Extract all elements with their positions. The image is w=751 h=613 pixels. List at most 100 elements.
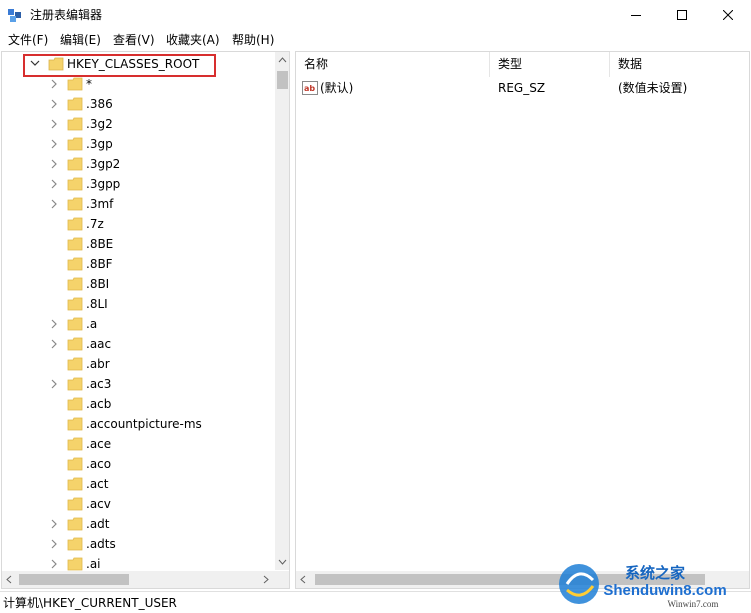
tree-item-label: .ace	[86, 437, 112, 451]
folder-icon	[67, 217, 83, 231]
tree-item[interactable]: .act	[2, 474, 274, 494]
chevron-right-icon[interactable]	[48, 314, 60, 334]
folder-icon	[67, 357, 83, 371]
tree-item-label: .aco	[86, 457, 112, 471]
column-header-name[interactable]: 名称	[296, 52, 490, 77]
scroll-thumb[interactable]	[19, 574, 129, 585]
folder-icon	[67, 537, 83, 551]
tree-item-label: .ac3	[86, 377, 112, 391]
menu-help[interactable]: 帮助(H)	[229, 32, 277, 48]
tree-item[interactable]: .adt	[2, 514, 274, 534]
tree-item-label: .a	[86, 317, 98, 331]
tree-item[interactable]: .3gp	[2, 134, 274, 154]
tree-item-label: .abr	[86, 357, 110, 371]
menu-view[interactable]: 查看(V)	[110, 32, 158, 48]
close-button[interactable]	[705, 0, 751, 30]
tree-item[interactable]: .ac3	[2, 374, 274, 394]
tree-item[interactable]: .acv	[2, 494, 274, 514]
folder-icon	[67, 297, 83, 311]
menu-file[interactable]: 文件(F)	[5, 32, 51, 48]
menu-bar: 文件(F) 编辑(E) 查看(V) 收藏夹(A) 帮助(H)	[0, 30, 751, 50]
folder-icon	[67, 177, 83, 191]
tree-item[interactable]: .386	[2, 94, 274, 114]
tree-item[interactable]: .acb	[2, 394, 274, 414]
folder-icon	[67, 317, 83, 331]
folder-icon	[67, 557, 83, 571]
tree-item[interactable]: .8BF	[2, 254, 274, 274]
value-list[interactable]: 名称 类型 数据 ab (默认) REG_SZ (数值未设置)	[295, 51, 750, 589]
chevron-right-icon[interactable]	[48, 194, 60, 214]
tree-item[interactable]: .adts	[2, 534, 274, 554]
maximize-icon	[677, 10, 687, 20]
menu-edit[interactable]: 编辑(E)	[57, 32, 104, 48]
column-header-type[interactable]: 类型	[490, 52, 610, 77]
tree-item[interactable]: *	[2, 74, 274, 94]
svg-text:ab: ab	[304, 84, 315, 93]
scroll-right-icon[interactable]	[258, 571, 273, 588]
folder-icon	[67, 117, 83, 131]
folder-icon	[67, 137, 83, 151]
tree-item[interactable]: .8LI	[2, 294, 274, 314]
tree-item[interactable]: .3mf	[2, 194, 274, 214]
tree-item-label: .aac	[86, 337, 112, 351]
scroll-down-icon[interactable]	[275, 553, 290, 570]
tree-item[interactable]: .3g2	[2, 114, 274, 134]
scroll-left-icon[interactable]	[2, 571, 17, 588]
tree-item[interactable]: .aac	[2, 334, 274, 354]
tree-item[interactable]: .ace	[2, 434, 274, 454]
chevron-right-icon[interactable]	[48, 94, 60, 114]
tree-item[interactable]: .3gpp	[2, 174, 274, 194]
tree-item-label: .3g2	[86, 117, 113, 131]
folder-icon	[67, 437, 83, 451]
tree-item[interactable]: .7z	[2, 214, 274, 234]
folder-icon	[67, 337, 83, 351]
folder-icon	[67, 77, 83, 91]
chevron-right-icon[interactable]	[48, 134, 60, 154]
chevron-right-icon[interactable]	[48, 514, 60, 534]
chevron-right-icon[interactable]	[48, 334, 60, 354]
chevron-right-icon[interactable]	[48, 114, 60, 134]
tree-item-label: .3gpp	[86, 177, 121, 191]
tree-item-label: .386	[86, 97, 113, 111]
tree-item-label: .8LI	[86, 297, 108, 311]
scroll-thumb[interactable]	[277, 71, 288, 89]
tree-item[interactable]: .a	[2, 314, 274, 334]
tree-item-label: *	[86, 77, 92, 91]
chevron-right-icon[interactable]	[48, 174, 60, 194]
tree-item[interactable]: .8BE	[2, 234, 274, 254]
folder-icon	[67, 497, 83, 511]
chevron-right-icon[interactable]	[48, 74, 60, 94]
scroll-left-icon[interactable]	[296, 571, 311, 588]
value-name: (默认)	[320, 81, 354, 95]
tree-item[interactable]: .accountpicture-ms	[2, 414, 274, 434]
value-row[interactable]: ab (默认) REG_SZ (数值未设置)	[296, 79, 749, 97]
tree-item[interactable]: .aco	[2, 454, 274, 474]
tree-item[interactable]: .3gp2	[2, 154, 274, 174]
chevron-right-icon[interactable]	[48, 534, 60, 554]
value-data: (数值未设置)	[618, 81, 688, 95]
maximize-button[interactable]	[659, 0, 705, 30]
folder-icon	[67, 257, 83, 271]
chevron-right-icon[interactable]	[48, 154, 60, 174]
menu-favorites[interactable]: 收藏夹(A)	[163, 32, 223, 48]
chevron-right-icon[interactable]	[48, 374, 60, 394]
tree-item-label: .adts	[86, 537, 116, 551]
title-bar: 注册表编辑器	[0, 0, 751, 30]
tree-item[interactable]: .abr	[2, 354, 274, 374]
scroll-up-icon[interactable]	[275, 52, 290, 69]
close-icon	[723, 10, 733, 20]
tree-item-label: .3gp2	[86, 157, 121, 171]
column-header-data[interactable]: 数据	[610, 52, 749, 77]
svg-text:Shenduwin8.com: Shenduwin8.com	[603, 582, 726, 599]
tree-horizontal-scrollbar[interactable]	[2, 571, 289, 588]
svg-text:Winwin7.com: Winwin7.com	[668, 599, 719, 609]
folder-icon	[67, 397, 83, 411]
registry-tree[interactable]: HKEY_CLASSES_ROOT * .386.3g2.3gp .3gp2.3gp…	[1, 51, 290, 589]
tree-item[interactable]: .8BI	[2, 274, 274, 294]
tree-item-label: .7z	[86, 217, 104, 231]
tree-vertical-scrollbar[interactable]	[275, 52, 290, 570]
status-path: 计算机\HKEY_CURRENT_USER	[3, 596, 177, 610]
tree-item-label: .acv	[86, 497, 111, 511]
folder-icon	[67, 277, 83, 291]
minimize-button[interactable]	[613, 0, 659, 30]
